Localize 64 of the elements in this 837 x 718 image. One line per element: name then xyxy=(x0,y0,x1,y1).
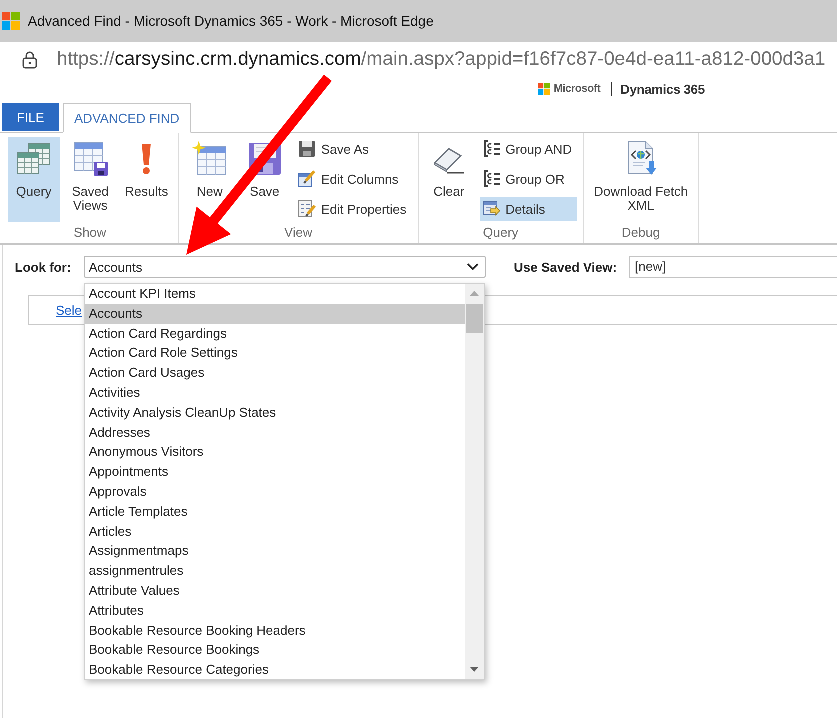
ribbon-button[interactable]: Query xyxy=(8,137,60,222)
ribbon-button[interactable]: Edit Columns xyxy=(295,167,412,191)
list-option[interactable]: Appointments xyxy=(85,462,465,482)
list-option[interactable]: Anonymous Visitors xyxy=(85,442,465,462)
ribbon-tab[interactable]: ADVANCED FIND xyxy=(63,103,191,133)
list-option[interactable]: Approvals xyxy=(85,482,465,502)
ribbon-button[interactable]: Clear xyxy=(424,137,474,204)
ribbon-button[interactable]: Results xyxy=(121,137,172,204)
scroll-down-arrow-icon[interactable] xyxy=(470,667,479,672)
list-option[interactable]: Action Card Regardings xyxy=(85,324,465,344)
list-option[interactable]: Attributes xyxy=(85,600,465,621)
ribbon-tab[interactable]: FILE xyxy=(2,103,60,131)
select-link[interactable]: Sele xyxy=(56,302,82,318)
list-option[interactable]: Account KPI Items xyxy=(85,284,465,304)
field-label: Use Saved View: xyxy=(514,260,618,274)
tiles-logo-icon xyxy=(2,12,20,30)
list-option[interactable]: Bookable Resource Categories xyxy=(85,660,465,679)
list-option[interactable]: assignmentrules xyxy=(85,561,465,581)
list-option[interactable]: Bookable Resource Bookings xyxy=(85,640,465,660)
ribbon-button[interactable]: Group OR xyxy=(480,167,578,191)
ribbon-group-label: View xyxy=(284,224,312,242)
tiles-logo-icon xyxy=(538,83,550,95)
list-option[interactable]: Action Card Usages xyxy=(85,363,465,383)
window-arrow-icon xyxy=(482,200,501,218)
list-option[interactable]: Activity Analysis CleanUp States xyxy=(85,402,465,423)
chevron-down-icon xyxy=(467,263,479,271)
lock-icon xyxy=(22,51,38,69)
ribbon-button[interactable]: Save As xyxy=(295,137,412,161)
list-option[interactable]: Attribute Values xyxy=(85,580,465,601)
list-option[interactable]: Article Templates xyxy=(85,502,465,522)
ribbon-button[interactable]: New xyxy=(185,137,234,204)
saved-view-field[interactable]: [new] xyxy=(629,256,837,278)
bracket-list-icon xyxy=(482,170,501,188)
list-pencil-icon xyxy=(298,200,316,218)
ribbon-group-label: Debug xyxy=(622,224,660,242)
table-floppy-icon xyxy=(72,141,108,177)
ribbon-group-label: Show xyxy=(74,224,106,242)
ribbon-button[interactable]: Saved Views xyxy=(66,137,115,217)
tables-icon xyxy=(16,141,52,177)
ribbon-button[interactable]: Details xyxy=(480,197,578,221)
list-option[interactable]: Assignmentmaps xyxy=(85,541,465,562)
list-option[interactable]: Articles xyxy=(85,522,465,542)
sparkle-table-icon xyxy=(192,141,228,177)
field-label: Look for: xyxy=(15,260,72,274)
ribbon-button[interactable]: Edit Properties xyxy=(295,197,412,221)
exclamation-icon xyxy=(142,144,152,174)
address-field[interactable]: https://carsysinc.crm.dynamics.com/main.aspx?appid=f16f7c87-0e4d-ea11-a812-000d3a1 xyxy=(0,42,837,78)
pencil-window-icon xyxy=(298,170,316,188)
product-name: Dynamics 365 xyxy=(620,82,705,96)
list-option[interactable]: Bookable Resource Booking Headers xyxy=(85,620,465,640)
list-option[interactable]: Activities xyxy=(85,382,465,403)
list-option[interactable]: Accounts xyxy=(85,304,465,324)
bracket-list-icon xyxy=(482,140,501,158)
scrollbar[interactable] xyxy=(465,284,484,679)
ribbon-button[interactable]: Group AND xyxy=(480,137,578,161)
window-title: Advanced Find - Microsoft Dynamics 365 - Work - Microsoft Edge xyxy=(28,13,434,29)
scroll-thumb[interactable] xyxy=(466,304,483,333)
company-name: Microsoft xyxy=(554,83,601,95)
list-option[interactable]: Addresses xyxy=(85,422,465,442)
ribbon-group-label: Query xyxy=(483,224,519,242)
ribbon-button[interactable]: Download Fetch XML xyxy=(590,137,692,217)
scroll-up-arrow-icon[interactable] xyxy=(470,291,479,296)
look-for-select[interactable]: Accounts xyxy=(84,256,486,278)
list-option[interactable]: Action Card Role Settings xyxy=(85,343,465,364)
